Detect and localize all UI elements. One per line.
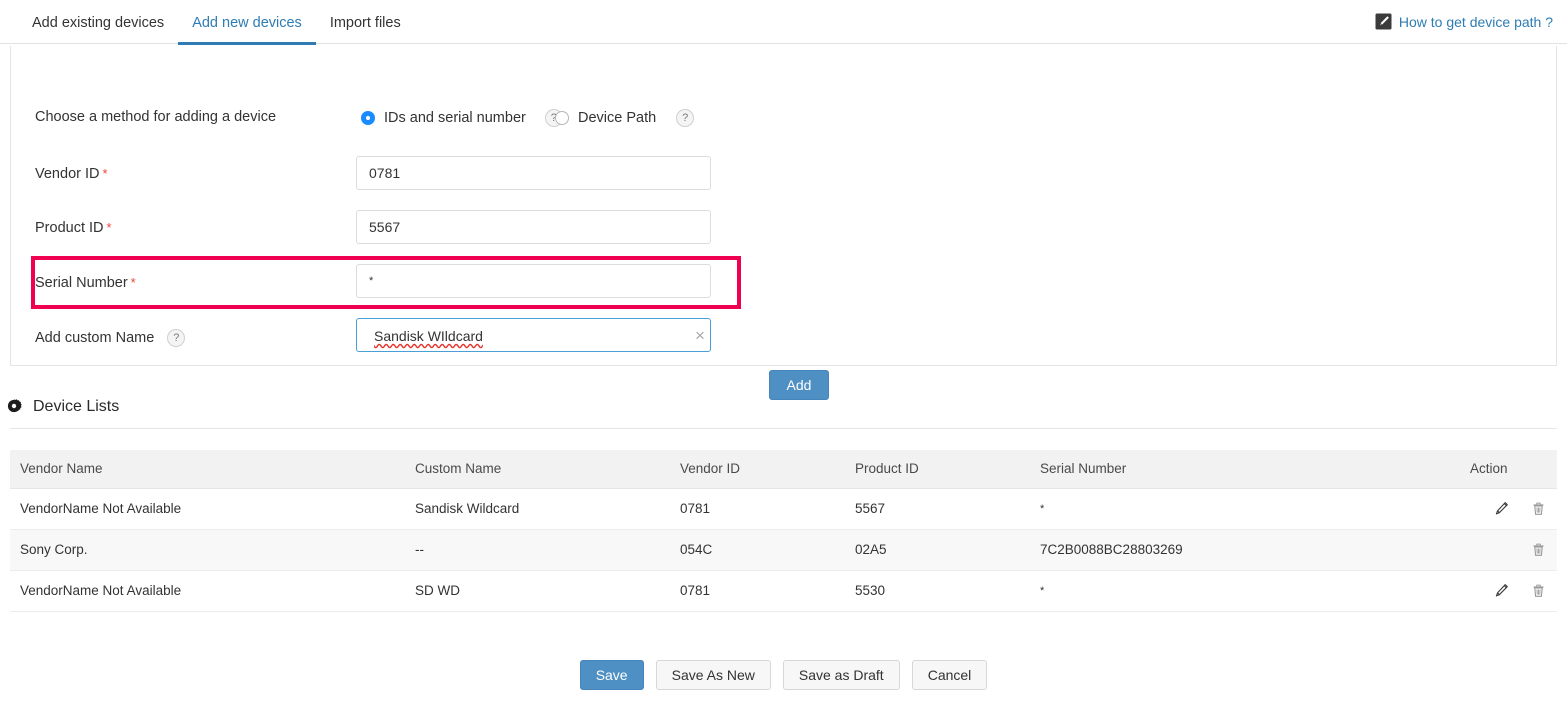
action-buttons xyxy=(1470,500,1547,517)
device-list-table: Vendor Name Custom Name Vendor ID Produc… xyxy=(10,450,1557,612)
table-row: Sony Corp. -- 054C 02A5 7C2B0088BC288032… xyxy=(10,529,1557,571)
cell-vendor-name: VendorName Not Available xyxy=(10,488,405,530)
cell-action xyxy=(1460,488,1557,530)
custom-name-value-wrap: Sandisk WIldcard xyxy=(374,328,483,346)
cell-vendor-id: 054C xyxy=(670,529,845,571)
cell-vendor-name: VendorName Not Available xyxy=(10,570,405,612)
product-id-label: Product ID * xyxy=(35,220,112,236)
save-as-new-button[interactable]: Save As New xyxy=(655,660,771,690)
radio-label-device-path[interactable]: Device Path xyxy=(578,110,656,126)
save-as-draft-button[interactable]: Save as Draft xyxy=(782,660,900,690)
column-header-product-id: Product ID xyxy=(845,450,1030,489)
radio-device-path[interactable] xyxy=(555,111,569,125)
add-button[interactable]: Add xyxy=(769,370,829,400)
cell-custom-name: Sandisk Wildcard xyxy=(405,488,670,530)
tab-add-existing-devices[interactable]: Add existing devices xyxy=(18,15,178,46)
serial-number-required-asterisk: * xyxy=(130,275,136,290)
method-label: Choose a method for adding a device xyxy=(35,109,277,125)
tab-import-files[interactable]: Import files xyxy=(316,15,415,46)
action-buttons xyxy=(1470,582,1547,599)
custom-name-label-text: Add custom Name xyxy=(35,329,155,346)
table-row: VendorName Not Available Sandisk Wildcar… xyxy=(10,488,1557,530)
column-header-custom-name: Custom Name xyxy=(405,450,670,489)
action-buttons xyxy=(1470,541,1547,558)
gear-icon xyxy=(6,399,22,415)
vendor-id-label-text: Vendor ID xyxy=(35,166,100,182)
how-to-get-device-path-label: How to get device path ? xyxy=(1398,13,1553,30)
delete-trash-icon[interactable] xyxy=(1530,500,1547,517)
cell-serial-number: * xyxy=(1030,488,1460,530)
help-icon-custom-name[interactable]: ? xyxy=(167,329,186,347)
serial-number-input[interactable] xyxy=(356,264,711,298)
cancel-button[interactable]: Cancel xyxy=(911,660,988,690)
table-row: VendorName Not Available SD WD 0781 5530… xyxy=(10,570,1557,612)
table-header-row: Vendor Name Custom Name Vendor ID Produc… xyxy=(10,450,1557,489)
cell-action xyxy=(1460,570,1557,612)
form-action-bar: Save Save As New Save as Draft Cancel xyxy=(0,660,1567,690)
cell-vendor-id: 0781 xyxy=(670,488,845,530)
radio-ids-and-serial[interactable] xyxy=(361,111,375,125)
device-lists-title: Device Lists xyxy=(33,398,120,415)
cell-vendor-name: Sony Corp. xyxy=(10,529,405,571)
cell-vendor-id: 0781 xyxy=(670,570,845,612)
save-button[interactable]: Save xyxy=(579,660,644,690)
add-new-devices-page: Add existing devices Add new devices Imp… xyxy=(0,0,1567,707)
device-list-table-head: Vendor Name Custom Name Vendor ID Produc… xyxy=(10,450,1557,489)
tab-strip: Add existing devices Add new devices Imp… xyxy=(0,0,1567,46)
custom-name-value: Sandisk WIldcard xyxy=(374,328,483,344)
delete-trash-icon[interactable] xyxy=(1530,541,1547,558)
device-lists-header: Device Lists xyxy=(6,398,119,416)
how-to-get-device-path-link[interactable]: How to get device path ? xyxy=(1375,13,1553,30)
cell-serial-number: 7C2B0088BC28803269 xyxy=(1030,529,1460,571)
column-header-vendor-name: Vendor Name xyxy=(10,450,405,489)
device-list-table-body: VendorName Not Available Sandisk Wildcar… xyxy=(10,488,1557,612)
cell-custom-name: SD WD xyxy=(405,570,670,612)
cell-custom-name: -- xyxy=(405,529,670,571)
column-header-action: Action xyxy=(1460,450,1557,489)
product-id-input[interactable] xyxy=(356,210,711,244)
vendor-id-input[interactable] xyxy=(356,156,711,190)
tab-add-new-devices[interactable]: Add new devices xyxy=(178,15,316,45)
cell-product-id: 5530 xyxy=(845,570,1030,612)
product-id-label-text: Product ID xyxy=(35,220,104,236)
add-device-form-card: Choose a method for adding a device IDs … xyxy=(10,46,1557,400)
column-header-vendor-id: Vendor ID xyxy=(670,450,845,489)
product-id-required-asterisk: * xyxy=(106,220,112,235)
edit-pencil-icon[interactable] xyxy=(1493,500,1510,517)
delete-trash-icon[interactable] xyxy=(1530,582,1547,599)
edit-square-icon xyxy=(1375,13,1392,30)
serial-number-label: Serial Number * xyxy=(35,275,136,291)
cell-product-id: 02A5 xyxy=(845,529,1030,571)
serial-number-label-text: Serial Number xyxy=(35,275,128,291)
cell-product-id: 5567 xyxy=(845,488,1030,530)
tab-list: Add existing devices Add new devices Imp… xyxy=(18,0,415,46)
method-option-ids-and-serial[interactable]: IDs and serial number ? xyxy=(361,109,563,127)
vendor-id-label: Vendor ID * xyxy=(35,166,108,182)
clear-custom-name-icon[interactable]: × xyxy=(695,327,705,344)
device-lists-divider xyxy=(10,428,1557,429)
method-option-device-path[interactable]: Device Path ? xyxy=(555,109,695,127)
vendor-id-required-asterisk: * xyxy=(102,166,108,181)
edit-pencil-icon[interactable] xyxy=(1493,582,1510,599)
cell-serial-number: * xyxy=(1030,570,1460,612)
radio-label-ids-and-serial[interactable]: IDs and serial number xyxy=(384,110,526,126)
cell-action xyxy=(1460,529,1557,571)
help-icon-device-path[interactable]: ? xyxy=(676,109,695,127)
custom-name-label: Add custom Name ? xyxy=(35,329,186,347)
column-header-serial-number: Serial Number xyxy=(1030,450,1460,489)
